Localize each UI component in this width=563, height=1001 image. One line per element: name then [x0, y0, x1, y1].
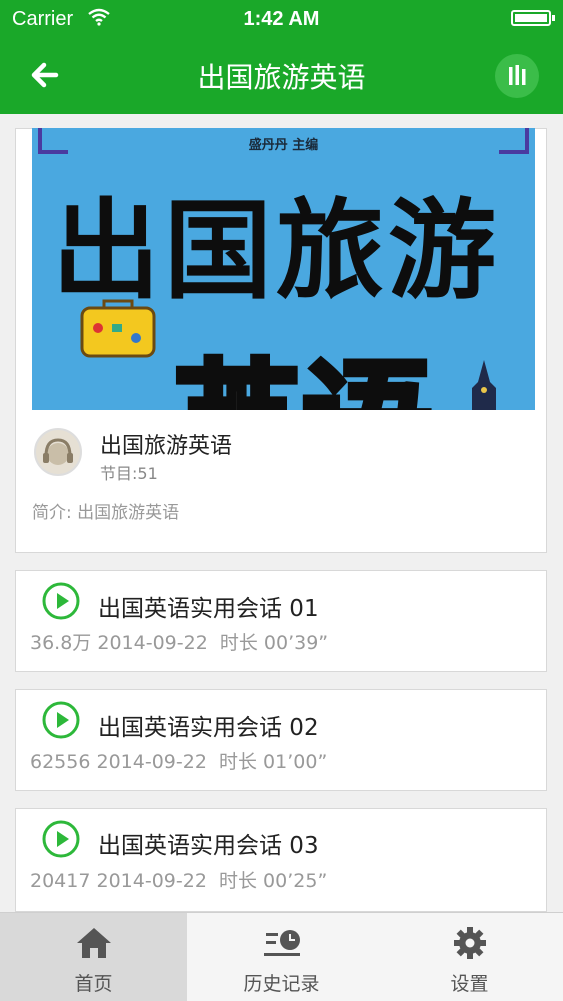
tab-bar: 首页 历史记录 设置	[0, 912, 563, 1001]
episode-duration: 时长 01’00”	[219, 751, 328, 773]
play-icon[interactable]	[42, 820, 80, 858]
status-bar: Carrier 1:42 AM	[0, 0, 563, 38]
episode-title: 出国英语实用会话 03	[98, 833, 319, 859]
episode-duration: 时长 00’25”	[219, 870, 328, 892]
album-avatar	[34, 428, 82, 476]
tab-settings-label: 设置	[450, 973, 489, 995]
nav-bar: 出国旅游英语	[0, 38, 563, 114]
episode-title: 出国英语实用会话 02	[98, 715, 319, 741]
tab-home-label: 首页	[74, 973, 113, 995]
episode-duration: 时长 00’39”	[219, 632, 329, 654]
home-icon	[77, 928, 111, 958]
cover-title-line2: 英语	[169, 318, 435, 410]
album-title: 出国旅游英语	[100, 434, 233, 459]
battery-icon	[511, 10, 555, 26]
gear-icon	[454, 927, 486, 959]
episode-plays: 62556	[30, 751, 91, 773]
album-description: 简介: 出国旅游英语	[32, 503, 180, 523]
clock: 1:42 AM	[243, 8, 320, 30]
episode-title: 出国英语实用会话 01	[98, 596, 319, 622]
cover-title-line1: 出国旅游	[52, 189, 501, 314]
headphones-icon	[43, 438, 73, 465]
episode-meta: 20417 2014-09-22 时长 00’25”	[30, 866, 327, 893]
tower-icon	[472, 360, 496, 410]
episode-meta: 36.8万 2014-09-22 时长 00’39”	[30, 628, 328, 655]
tab-settings[interactable]: 设置	[376, 913, 563, 1001]
album-cover-image: 盛丹丹 主编 出国旅游 英语	[32, 128, 535, 410]
episode-date: 2014-09-22	[97, 632, 208, 654]
tab-history[interactable]: 历史记录	[188, 913, 375, 1001]
now-playing-button[interactable]	[495, 54, 539, 98]
episode-date: 2014-09-22	[96, 751, 207, 773]
episode-plays: 20417	[30, 870, 91, 892]
episode-plays: 36.8万	[30, 632, 92, 654]
episode-row[interactable]	[15, 808, 547, 912]
play-icon[interactable]	[42, 701, 80, 739]
history-icon	[264, 930, 300, 956]
cover-editor-text: 盛丹丹 主编	[248, 138, 319, 153]
episode-date: 2014-09-22	[96, 870, 207, 892]
tab-history-label: 历史记录	[243, 973, 320, 995]
tab-home[interactable]: 首页	[0, 913, 187, 1001]
episode-count: 节目:51	[100, 464, 158, 483]
episode-meta: 62556 2014-09-22 时长 01’00”	[30, 747, 327, 774]
suitcase-icon	[80, 299, 156, 358]
page-title: 出国旅游英语	[197, 61, 366, 94]
equalizer-icon	[509, 65, 526, 85]
play-icon[interactable]	[42, 582, 80, 620]
